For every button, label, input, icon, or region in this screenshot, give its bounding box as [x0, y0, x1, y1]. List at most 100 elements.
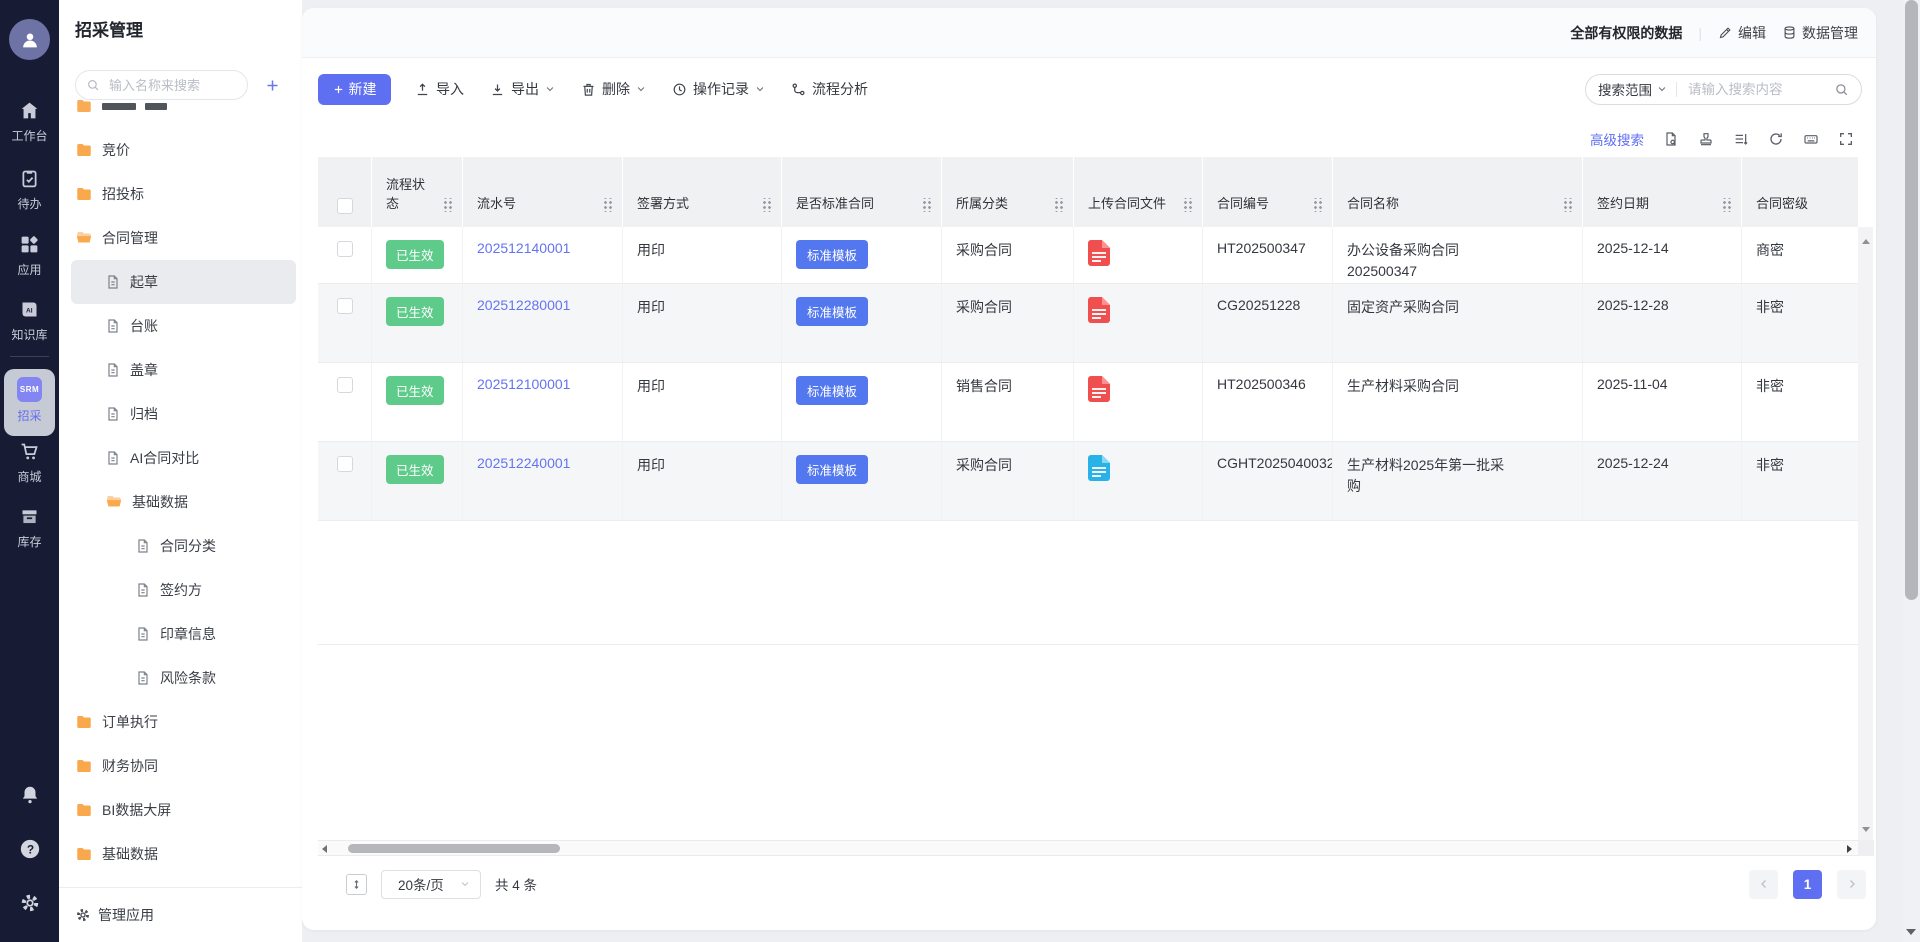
select-all-checkbox[interactable] [337, 198, 353, 214]
delete-button[interactable]: 删除 [581, 79, 646, 99]
column-menu-icon[interactable] [1722, 198, 1731, 212]
folder-icon [75, 801, 93, 819]
row-checkbox[interactable] [337, 298, 353, 314]
column-header: 合同编号 [1217, 193, 1269, 212]
rail-item-srm-active[interactable]: SRM 招采 [4, 369, 55, 436]
rail-item-apps[interactable]: 应用 [0, 234, 59, 278]
page-size-select[interactable]: 20条/页 [381, 870, 481, 899]
tree-item-contract-category[interactable]: 合同分类 [59, 524, 302, 568]
column-settings-icon[interactable] [1733, 131, 1749, 147]
keyboard-icon[interactable] [1803, 131, 1819, 147]
table-row[interactable]: 已生效 202512140001 用印 标准模板 采购合同 HT20250034… [318, 227, 1858, 284]
advanced-search-link[interactable]: 高级搜索 [1590, 129, 1644, 149]
scroll-right-arrow[interactable] [1847, 845, 1852, 853]
row-height-button[interactable] [346, 874, 367, 895]
table-search-input[interactable] [1686, 81, 1825, 98]
table-vertical-scrollbar[interactable] [1858, 227, 1873, 840]
row-checkbox[interactable] [337, 377, 353, 393]
tree-item-base-data-root[interactable]: 基础数据 [59, 832, 302, 876]
column-menu-icon[interactable] [1313, 198, 1322, 212]
current-page-button[interactable]: 1 [1793, 870, 1822, 899]
export-button[interactable]: 导出 [490, 79, 555, 99]
column-menu-icon[interactable] [1183, 198, 1192, 212]
search-icon[interactable] [1834, 82, 1849, 97]
add-node-button[interactable] [258, 71, 286, 100]
table-row[interactable]: 已生效 202512240001 用印 标准模板 采购合同 CGHT202504… [318, 442, 1858, 521]
tree-item-base-data[interactable]: 基础数据 [59, 480, 302, 524]
fullscreen-icon[interactable] [1838, 131, 1854, 147]
tree-item-archive[interactable]: 归档 [59, 392, 302, 436]
new-button[interactable]: 新建 [318, 74, 391, 105]
help-button[interactable]: ? [0, 838, 59, 860]
rail-item-workbench[interactable]: 工作台 [0, 100, 59, 144]
avatar[interactable] [9, 19, 50, 60]
manage-apps-button[interactable]: 管理应用 [59, 887, 302, 942]
tree-item-finance[interactable]: 财务协同 [59, 744, 302, 788]
tree-item-risk-terms[interactable]: 风险条款 [59, 656, 302, 700]
column-menu-icon[interactable] [1563, 198, 1572, 212]
rail-item-todo[interactable]: 待办 [0, 168, 59, 212]
sign-date-cell: 2025-12-28 [1583, 284, 1742, 362]
document-icon [105, 362, 121, 378]
column-menu-icon[interactable] [443, 198, 452, 212]
page-scroll-down-arrow[interactable] [1906, 929, 1916, 935]
rail-item-mall[interactable]: 商城 [0, 441, 59, 485]
rail-item-inventory[interactable]: 库存 [0, 506, 59, 550]
notifications-button[interactable] [0, 784, 59, 806]
pdf-file-icon[interactable] [1088, 240, 1190, 266]
pdf-file-icon[interactable] [1088, 297, 1190, 323]
table-row[interactable]: 已生效 202512280001 用印 标准模板 采购合同 CG20251228… [318, 284, 1858, 363]
column-menu-icon[interactable] [603, 198, 612, 212]
edit-button[interactable]: 编辑 [1718, 23, 1766, 43]
serial-link[interactable]: 202512140001 [477, 240, 570, 256]
page-scrollbar[interactable] [1903, 0, 1920, 942]
column-menu-icon[interactable] [1054, 198, 1063, 212]
import-button[interactable]: 导入 [415, 79, 464, 99]
contract-code-cell: HT202500346 [1203, 363, 1333, 441]
serial-link[interactable]: 202512280001 [477, 297, 570, 313]
doc-file-icon[interactable] [1088, 455, 1190, 481]
tree-item-ledger[interactable]: 台账 [59, 304, 302, 348]
column-menu-icon[interactable] [762, 198, 771, 212]
tree-item-bi-dashboard[interactable]: BI数据大屏 [59, 788, 302, 832]
serial-link[interactable]: 202512240001 [477, 455, 570, 471]
scroll-up-arrow[interactable] [1862, 239, 1870, 244]
tree-item-ai-compare[interactable]: AI合同对比 [59, 436, 302, 480]
row-checkbox[interactable] [337, 456, 353, 472]
tree-item-bidding[interactable]: 竞价 [59, 128, 302, 172]
tree-item-clipped[interactable] [59, 100, 302, 128]
scroll-down-arrow[interactable] [1862, 827, 1870, 832]
prev-page-button[interactable] [1749, 870, 1778, 899]
settings-button[interactable] [0, 892, 59, 914]
search-scope-select[interactable]: 搜索范围 [1598, 79, 1667, 99]
sidebar-search-input[interactable] [107, 77, 237, 94]
table-horizontal-scrollbar[interactable] [318, 840, 1858, 856]
tree-item-seal-info[interactable]: 印章信息 [59, 612, 302, 656]
column-menu-icon[interactable] [922, 198, 931, 212]
process-analysis-button[interactable]: 流程分析 [791, 79, 868, 99]
pdf-file-icon[interactable] [1088, 376, 1190, 402]
next-page-button[interactable] [1837, 870, 1866, 899]
scroll-left-arrow[interactable] [322, 845, 327, 853]
refresh-icon[interactable] [1768, 131, 1784, 147]
sidebar-search[interactable] [75, 70, 248, 100]
sign-date-cell: 2025-12-14 [1583, 227, 1742, 283]
home-icon [19, 100, 40, 121]
rail-item-knowledge[interactable]: AI 知识库 [0, 299, 59, 343]
horizontal-scroll-thumb[interactable] [348, 844, 560, 853]
table-row[interactable]: 已生效 202512100001 用印 标准模板 销售合同 HT20250034… [318, 363, 1858, 442]
page-scroll-thumb[interactable] [1905, 0, 1918, 600]
tree-item-draft-selected[interactable]: 起草 [71, 260, 296, 304]
tree-item-tendering[interactable]: 招投标 [59, 172, 302, 216]
export-preview-icon[interactable] [1663, 131, 1679, 147]
cart-icon [19, 441, 40, 462]
data-manage-button[interactable]: 数据管理 [1782, 23, 1858, 43]
tree-item-signing-party[interactable]: 签约方 [59, 568, 302, 612]
tree-item-seal[interactable]: 盖章 [59, 348, 302, 392]
operation-records-button[interactable]: 操作记录 [672, 79, 765, 99]
row-checkbox[interactable] [337, 241, 353, 257]
stamp-icon[interactable] [1698, 131, 1714, 147]
tree-item-order-exec[interactable]: 订单执行 [59, 700, 302, 744]
serial-link[interactable]: 202512100001 [477, 376, 570, 392]
tree-item-contract-mgmt[interactable]: 合同管理 [59, 216, 302, 260]
